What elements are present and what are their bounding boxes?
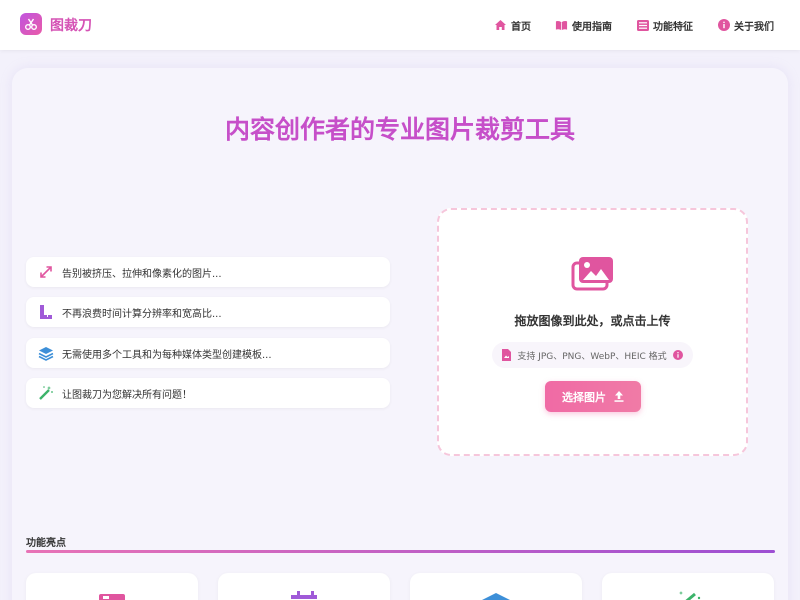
feature-text: 让图裁刀为您解决所有问题！ [62,389,192,401]
magic-wand-icon [674,591,702,600]
top-navbar: 图裁刀 首页 使用指南 功能特征 关于我们 [0,0,800,50]
nav-home-label: 首页 [511,21,531,33]
upload-icon [614,391,624,402]
list-icon [636,19,649,32]
select-image-button[interactable]: 选择图片 [545,381,641,412]
info-icon[interactable] [672,350,683,360]
highlight-card[interactable] [218,573,390,600]
highlight-card[interactable] [26,573,198,600]
image-icon [98,591,126,600]
format-hint: 支持 JPG、PNG、WebP、HEIC 格式 [492,342,693,368]
nav-links: 首页 使用指南 功能特征 关于我们 [470,0,774,50]
nav-guide-label: 使用指南 [572,21,612,33]
highlight-card[interactable] [602,573,774,600]
feature-item: 不再浪费时间计算分辨率和宽高比... [26,297,390,327]
file-image-icon [502,349,512,361]
nav-about-label: 关于我们 [734,21,774,33]
nav-features-label: 功能特征 [653,21,693,33]
logo-icon[interactable] [20,13,42,35]
nav-about[interactable]: 关于我们 [717,18,774,33]
book-icon [555,19,568,32]
page-title: 内容创作者的专业图片裁剪工具 [224,115,575,144]
upload-title: 拖放图像到此处，或点击上传 [514,314,671,328]
select-image-label: 选择图片 [562,390,606,404]
feature-text: 无需使用多个工具和为每种媒体类型创建模板... [62,349,272,361]
section-title-highlights: 功能亮点 [26,538,66,549]
highlight-card[interactable] [410,573,582,600]
feature-item: 告别被挤压、拉伸和像素化的图片... [26,257,390,287]
upload-dropzone[interactable]: 拖放图像到此处，或点击上传 支持 JPG、PNG、WebP、HEIC 格式 选择… [437,208,748,456]
nav-features[interactable]: 功能特征 [636,18,693,33]
feature-item: 无需使用多个工具和为每种媒体类型创建模板... [26,338,390,368]
ruler-icon [37,303,55,321]
feature-text: 不再浪费时间计算分辨率和宽高比... [62,308,222,320]
images-icon [571,256,615,296]
section-divider [26,550,775,553]
nav-home[interactable]: 首页 [494,18,531,33]
home-icon [494,19,507,32]
layers-icon [37,344,55,362]
feature-text: 告别被挤压、拉伸和像素化的图片... [62,268,222,280]
nav-guide[interactable]: 使用指南 [555,18,612,33]
expand-arrows-icon [37,263,55,281]
crop-icon [290,591,318,600]
feature-item: 让图裁刀为您解决所有问题！ [26,378,390,408]
info-icon [717,19,730,32]
format-text: 支持 JPG、PNG、WebP、HEIC 格式 [517,351,667,362]
magic-wand-icon [37,384,55,402]
app-name[interactable]: 图裁刀 [50,15,92,35]
layers-icon [482,591,510,600]
